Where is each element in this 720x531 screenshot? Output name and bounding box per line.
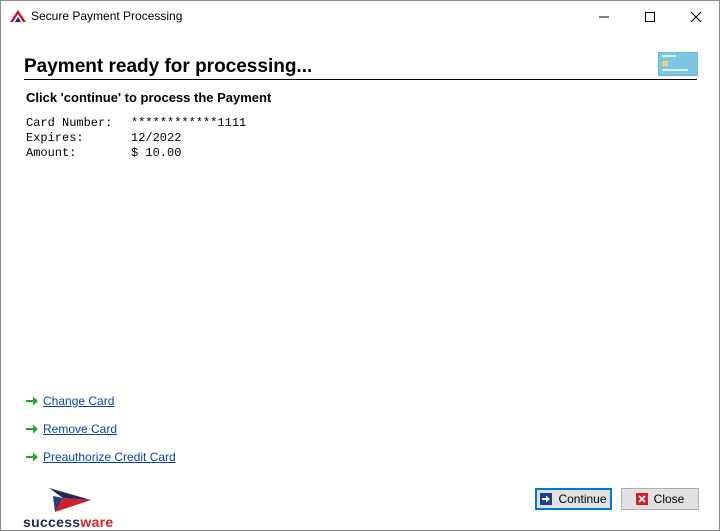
change-card-link-row: Change Card: [25, 393, 114, 409]
credit-card-icon: [657, 51, 699, 77]
minimize-icon: [599, 16, 609, 17]
successware-logo: successware: [23, 488, 123, 530]
logo-wordmark: successware: [23, 514, 114, 530]
remove-card-link-row: Remove Card: [25, 421, 117, 437]
card-number-value: ************1111: [131, 116, 247, 130]
instruction-text: Click 'continue' to process the Payment: [26, 90, 272, 105]
page-title: Payment ready for processing...: [24, 56, 313, 77]
maximize-button[interactable]: [627, 1, 673, 32]
amount-value: $ 10.00: [131, 146, 182, 160]
amount-row: Amount: $ 10.00: [26, 146, 246, 161]
close-button[interactable]: Close: [621, 488, 699, 510]
change-card-link[interactable]: Change Card: [43, 394, 114, 408]
amount-label: Amount:: [26, 146, 77, 160]
payment-window: Secure Payment Processing Payment ready …: [0, 0, 720, 531]
logo-text-success: success: [23, 514, 81, 530]
arrow-right-icon: [26, 396, 38, 406]
close-icon: [691, 11, 701, 22]
continue-label: Continue: [558, 492, 607, 506]
expires-label: Expires:: [26, 131, 84, 145]
close-label: Close: [653, 492, 685, 506]
card-number-label: Card Number:: [26, 116, 113, 130]
continue-button[interactable]: Continue: [535, 488, 612, 510]
continue-arrow-icon: [540, 493, 553, 505]
close-window-button[interactable]: [673, 1, 719, 32]
payment-app-icon: [10, 9, 26, 23]
close-x-icon: [635, 493, 648, 505]
remove-card-link[interactable]: Remove Card: [43, 422, 117, 436]
title-bar: Secure Payment Processing: [1, 1, 719, 32]
window-title: Secure Payment Processing: [31, 9, 183, 23]
expires-value: 12/2022: [131, 131, 182, 145]
header-divider: [24, 79, 697, 80]
preauthorize-link-row: Preauthorize Credit Card: [25, 449, 176, 465]
payment-details: Card Number: ************1111 Expires: 1…: [26, 116, 246, 161]
logo-mark-icon: [49, 488, 91, 512]
arrow-right-icon: [26, 424, 38, 434]
expires-row: Expires: 12/2022: [26, 131, 246, 146]
preauthorize-credit-card-link[interactable]: Preauthorize Credit Card: [43, 450, 176, 464]
card-number-row: Card Number: ************1111: [26, 116, 246, 131]
minimize-button[interactable]: [581, 1, 627, 32]
maximize-icon: [645, 11, 655, 22]
logo-text-ware: ware: [80, 514, 114, 530]
arrow-right-icon: [26, 452, 38, 462]
